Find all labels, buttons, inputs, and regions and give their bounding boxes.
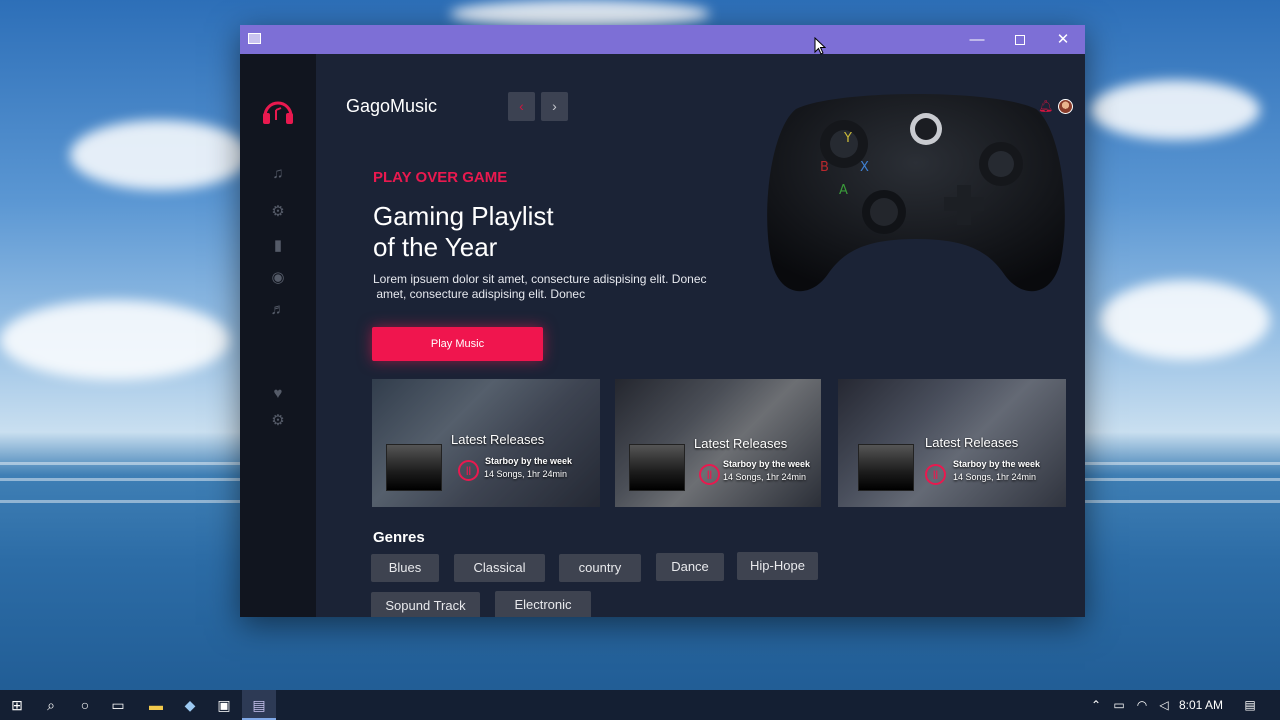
battery-icon[interactable]: ▭ (1108, 690, 1130, 720)
album-thumbnail (629, 444, 685, 491)
card-title: Latest Releases (451, 432, 545, 447)
desktop-cloud (450, 0, 710, 28)
game-controller-image: Y X B A (767, 94, 1065, 292)
taskbar-clock[interactable]: 8:01 AM (1176, 690, 1226, 720)
cube-app-icon[interactable]: ◆ (173, 690, 207, 720)
genres-heading: Genres (373, 529, 425, 546)
close-button[interactable]: ✕ (1041, 25, 1085, 54)
music-note-icon[interactable]: ♫ (268, 164, 288, 184)
heart-icon[interactable]: ♥ (268, 384, 288, 404)
hero-headline-line2: of the Year (373, 232, 498, 262)
genre-chip-country[interactable]: country (559, 554, 641, 582)
desktop-cloud (1100, 280, 1270, 360)
hero-description: Lorem ipsuem dolor sit amet, consecture … (373, 272, 753, 302)
hero-description-line2: amet, consecture adispising elit. Donec (373, 287, 586, 301)
bell-icon[interactable]: 🔔︎ (1038, 98, 1053, 114)
desktop-cloud (1090, 80, 1260, 140)
hero-headline: Gaming Playlist of the Year (373, 201, 673, 263)
play-circle-icon[interactable]: || (458, 460, 479, 481)
genre-chip-dance[interactable]: Dance (656, 553, 724, 581)
maximize-icon (1015, 35, 1025, 46)
cortana-icon[interactable]: ○ (68, 690, 102, 720)
play-circle-icon[interactable]: || (925, 464, 946, 485)
gear-icon[interactable]: ⚙ (268, 202, 288, 222)
release-card[interactable]: Latest Releases || Starboy by the week 1… (372, 379, 600, 507)
album-thumbnail (386, 444, 442, 491)
card-title: Latest Releases (694, 436, 788, 451)
maximize-button[interactable] (998, 25, 1042, 54)
search-icon[interactable]: ⌕ (34, 690, 68, 720)
windows-start-icon[interactable]: ⊞ (0, 690, 34, 720)
release-card[interactable]: Latest Releases || Starboy by the week 1… (615, 379, 821, 507)
nav-back-button[interactable]: ‹ (508, 92, 535, 121)
file-explorer-icon[interactable]: ▬ (139, 690, 173, 720)
desktop-cloud (70, 120, 250, 190)
hero-kicker: PLAY OVER GAME (373, 169, 508, 186)
app-title: GagoMusic (346, 96, 438, 116)
nav-forward-button[interactable]: › (541, 92, 568, 121)
hero-description-line1: Lorem ipsuem dolor sit amet, consecture … (373, 272, 707, 286)
window-app-icon (248, 33, 261, 44)
card-title: Latest Releases (925, 435, 1019, 450)
play-circle-icon[interactable]: || (699, 464, 720, 485)
chevron-up-icon[interactable]: ⌃ (1086, 690, 1106, 720)
svg-text:Y: Y (843, 131, 852, 146)
gagomusic-taskbar-icon[interactable]: ▤ (242, 690, 276, 720)
genre-chip-hip-hope[interactable]: Hip-Hope (737, 552, 818, 580)
genre-chip-blues[interactable]: Blues (371, 554, 439, 582)
gear-icon[interactable]: ⚙ (268, 411, 288, 431)
avatar[interactable] (1058, 99, 1073, 114)
headphones-logo-icon[interactable] (261, 96, 295, 126)
code-app-icon[interactable]: ▣ (207, 690, 241, 720)
svg-text:A: A (839, 183, 848, 198)
app-window: — ✕ ♫ ⚙ ▮ ◉ ♬ ♥ ⚙ Y X B A GagoMusic ‹ › … (240, 25, 1085, 617)
card-meta: 14 Songs, 1hr 24min (723, 472, 807, 482)
task-view-icon[interactable]: ▭ (101, 690, 135, 720)
release-card[interactable]: Latest Releases || Starboy by the week 1… (838, 379, 1066, 507)
notification-icon[interactable]: ▤ (1238, 690, 1262, 720)
card-subtitle: Starboy by the week (485, 456, 573, 466)
svg-text:X: X (860, 160, 869, 175)
volume-icon[interactable]: ◁ (1154, 690, 1174, 720)
title-bar[interactable]: — ✕ (240, 25, 1085, 54)
card-meta: 14 Songs, 1hr 24min (484, 469, 568, 479)
svg-text:B: B (820, 160, 829, 175)
hero-headline-line1: Gaming Playlist (373, 201, 554, 231)
genre-chip-sopund-track[interactable]: Sopund Track (371, 592, 480, 617)
music-note-icon[interactable]: ♬ (268, 300, 288, 320)
taskbar: ⊞ ⌕ ○ ▭ ▬ ◆ ▣ ▤ ⌃ ▭ ◠ ◁ 8:01 AM ▤ (0, 690, 1280, 720)
gamepad-icon[interactable]: ◉ (268, 268, 288, 288)
genre-chip-electronic[interactable]: Electronic (495, 591, 591, 617)
card-subtitle: Starboy by the week (953, 459, 1041, 469)
album-thumbnail (858, 444, 914, 491)
card-subtitle: Starboy by the week (723, 459, 811, 469)
document-icon[interactable]: ▮ (268, 236, 288, 256)
desktop-cloud (0, 300, 230, 380)
sidebar: ♫ ⚙ ▮ ◉ ♬ ♥ ⚙ (240, 54, 316, 617)
card-meta: 14 Songs, 1hr 24min (953, 472, 1037, 482)
wifi-icon[interactable]: ◠ (1132, 690, 1152, 720)
play-music-button[interactable]: Play Music (372, 327, 543, 361)
mouse-cursor-icon (814, 37, 826, 55)
main-content: Y X B A GagoMusic ‹ › 🔔︎ PLAY OVER GAME … (316, 54, 1085, 617)
genre-chip-classical[interactable]: Classical (454, 554, 545, 582)
minimize-button[interactable]: — (955, 25, 999, 54)
